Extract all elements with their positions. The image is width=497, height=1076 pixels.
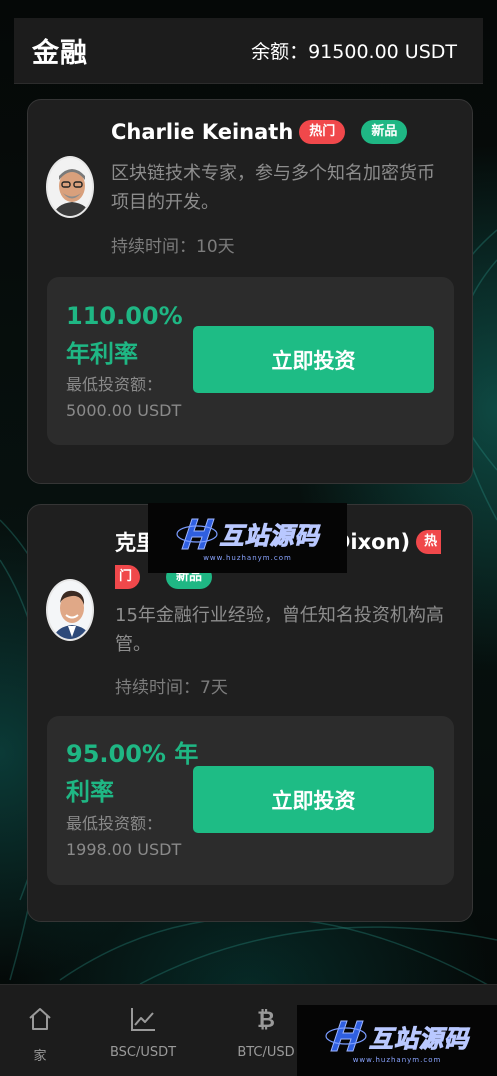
duration-label: 持续时间：10天	[111, 237, 235, 257]
home-icon	[29, 1008, 51, 1030]
watermark-logo-icon	[175, 518, 218, 549]
watermark-text: 互站源码	[219, 522, 320, 551]
watermark: 互站源码 www.huzhanym.com	[297, 1005, 497, 1076]
advisor-description: 15年金融行业经验，曾任知名投资机构高管。	[115, 605, 444, 655]
tab-label: BTC/USD	[237, 1045, 295, 1060]
min-investment: 最低投资额：1998.00 USDT	[66, 814, 182, 859]
investment-panel: 95.00% 年利率 最低投资额：1998.00 USDT 立即投资	[47, 716, 454, 885]
hot-badge: 热门	[299, 120, 346, 144]
svg-text:₿: ₿	[257, 1008, 275, 1033]
tab-label: 家	[33, 1049, 47, 1064]
tab-bsc-usdt[interactable]: BSC/USDT	[98, 985, 188, 1076]
invest-button[interactable]: 立即投资	[193, 326, 434, 393]
tab-label: BSC/USDT	[109, 1045, 177, 1060]
hot-badge-continued: 门	[115, 565, 141, 589]
hot-badge: 热	[416, 530, 442, 554]
duration-label: 持续时间：7天	[115, 678, 228, 698]
app-header: 金融 余额：91500.00 USDT	[14, 18, 483, 84]
watermark-logo-icon	[325, 1020, 367, 1052]
tab-home[interactable]: 家	[18, 985, 62, 1076]
avatar	[46, 579, 94, 641]
balance-display: 余额：91500.00 USDT	[251, 41, 457, 63]
annual-rate: 110.00% 年利率	[66, 302, 183, 368]
advisor-description: 区块链技术专家，参与多个知名加密货币项目的开发。	[111, 163, 435, 213]
watermark-url: www.huzhanym.com	[203, 553, 292, 562]
invest-button[interactable]: 立即投资	[193, 766, 434, 833]
watermark: 互站源码 www.huzhanym.com	[148, 503, 347, 573]
advisor-name: Charlie Keinath	[111, 120, 294, 144]
product-card: Charlie Keinath 热门 新品 区块链技术专家，参与多个知名加密货币…	[27, 99, 473, 484]
watermark-text: 互站源码	[369, 1024, 469, 1053]
investment-panel: 110.00% 年利率 最低投资额：5000.00 USDT 立即投资	[47, 277, 454, 445]
annual-rate: 95.00% 年利率	[66, 740, 199, 806]
chart-line-icon	[131, 1008, 155, 1031]
bitcoin-icon: ₿	[257, 1008, 275, 1033]
min-investment: 最低投资额：5000.00 USDT	[66, 375, 182, 420]
avatar	[46, 156, 94, 218]
watermark-url: www.huzhanym.com	[352, 1056, 442, 1064]
product-name-row: Charlie Keinath 热门 新品	[111, 120, 461, 144]
tab-btc-usd[interactable]: ₿ BTC/USD	[226, 985, 306, 1076]
new-badge: 新品	[361, 120, 408, 144]
page-title: 金融	[32, 38, 88, 69]
